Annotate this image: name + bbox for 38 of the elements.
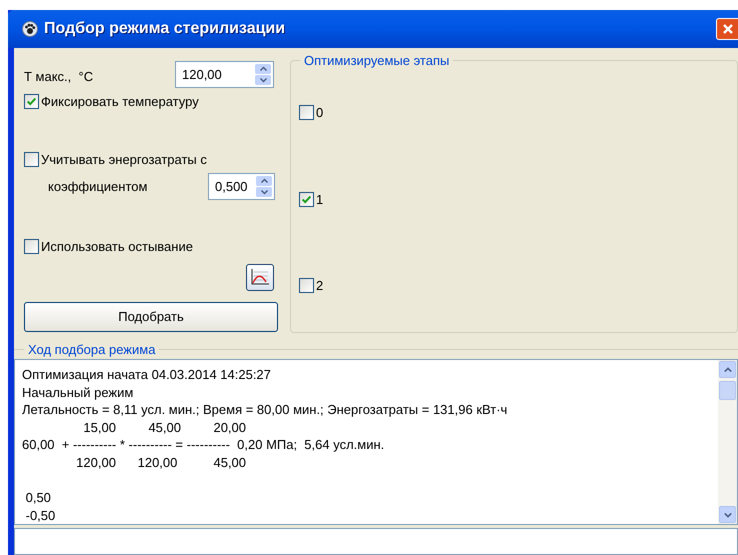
- checkbox[interactable]: [24, 94, 39, 110]
- checkbox[interactable]: [299, 192, 314, 207]
- paw-icon: [22, 21, 38, 37]
- select-button[interactable]: Подобрать: [24, 302, 278, 332]
- caret-up-icon: [722, 366, 732, 374]
- log-line: Летальность = 8,11 усл. мин.; Время = 80,00 мин.; Энергозатраты = 131,96 кВт·ч: [22, 401, 508, 418]
- check-icon: [301, 194, 312, 205]
- checkbox[interactable]: [24, 152, 39, 167]
- checkbox-label: Фиксировать температуру: [41, 93, 199, 111]
- log-line: 0,50: [24, 489, 52, 506]
- window-title: Подбор режима стерилизации: [44, 19, 286, 39]
- checkbox[interactable]: [299, 105, 314, 120]
- checkbox[interactable]: [24, 239, 39, 254]
- checkbox-label: Использовать остывание: [41, 238, 193, 256]
- scroll-thumb[interactable]: [719, 381, 736, 400]
- checkbox-label: 1: [316, 190, 324, 208]
- log-line: 120,00 120,00 45,00: [75, 454, 248, 471]
- close-button[interactable]: [716, 18, 738, 40]
- log-line: 60,00 + ---------- * ---------- = ---------- 0,20 МПа; 5,64 усл.мин.: [22, 436, 386, 454]
- checkbox-label: 0: [316, 104, 324, 122]
- field-label: коэффициентом: [48, 178, 148, 196]
- close-icon: [722, 23, 734, 35]
- scroll-down-button[interactable]: [719, 506, 736, 523]
- log-line: 15,00 45,00 20,00: [82, 418, 248, 436]
- checkbox-label: Учитывать энергозатраты с: [41, 150, 207, 169]
- field-label: Т макс., °C: [24, 68, 94, 86]
- log-line: Начальный режим: [22, 384, 134, 401]
- log-line: -0,50: [24, 506, 56, 524]
- checkbox-label: 2: [316, 277, 324, 295]
- check-icon: [26, 96, 37, 108]
- input-field[interactable]: [14, 528, 738, 555]
- chart-button[interactable]: [246, 264, 274, 290]
- scroll-up-button[interactable]: [719, 361, 736, 378]
- chart-icon: [250, 268, 270, 286]
- caret-down-icon: [722, 510, 732, 518]
- checkbox[interactable]: [299, 278, 314, 294]
- scrollbar[interactable]: [718, 360, 737, 524]
- log-line: Оптимизация начата 04.03.2014 14:25:27: [22, 366, 272, 384]
